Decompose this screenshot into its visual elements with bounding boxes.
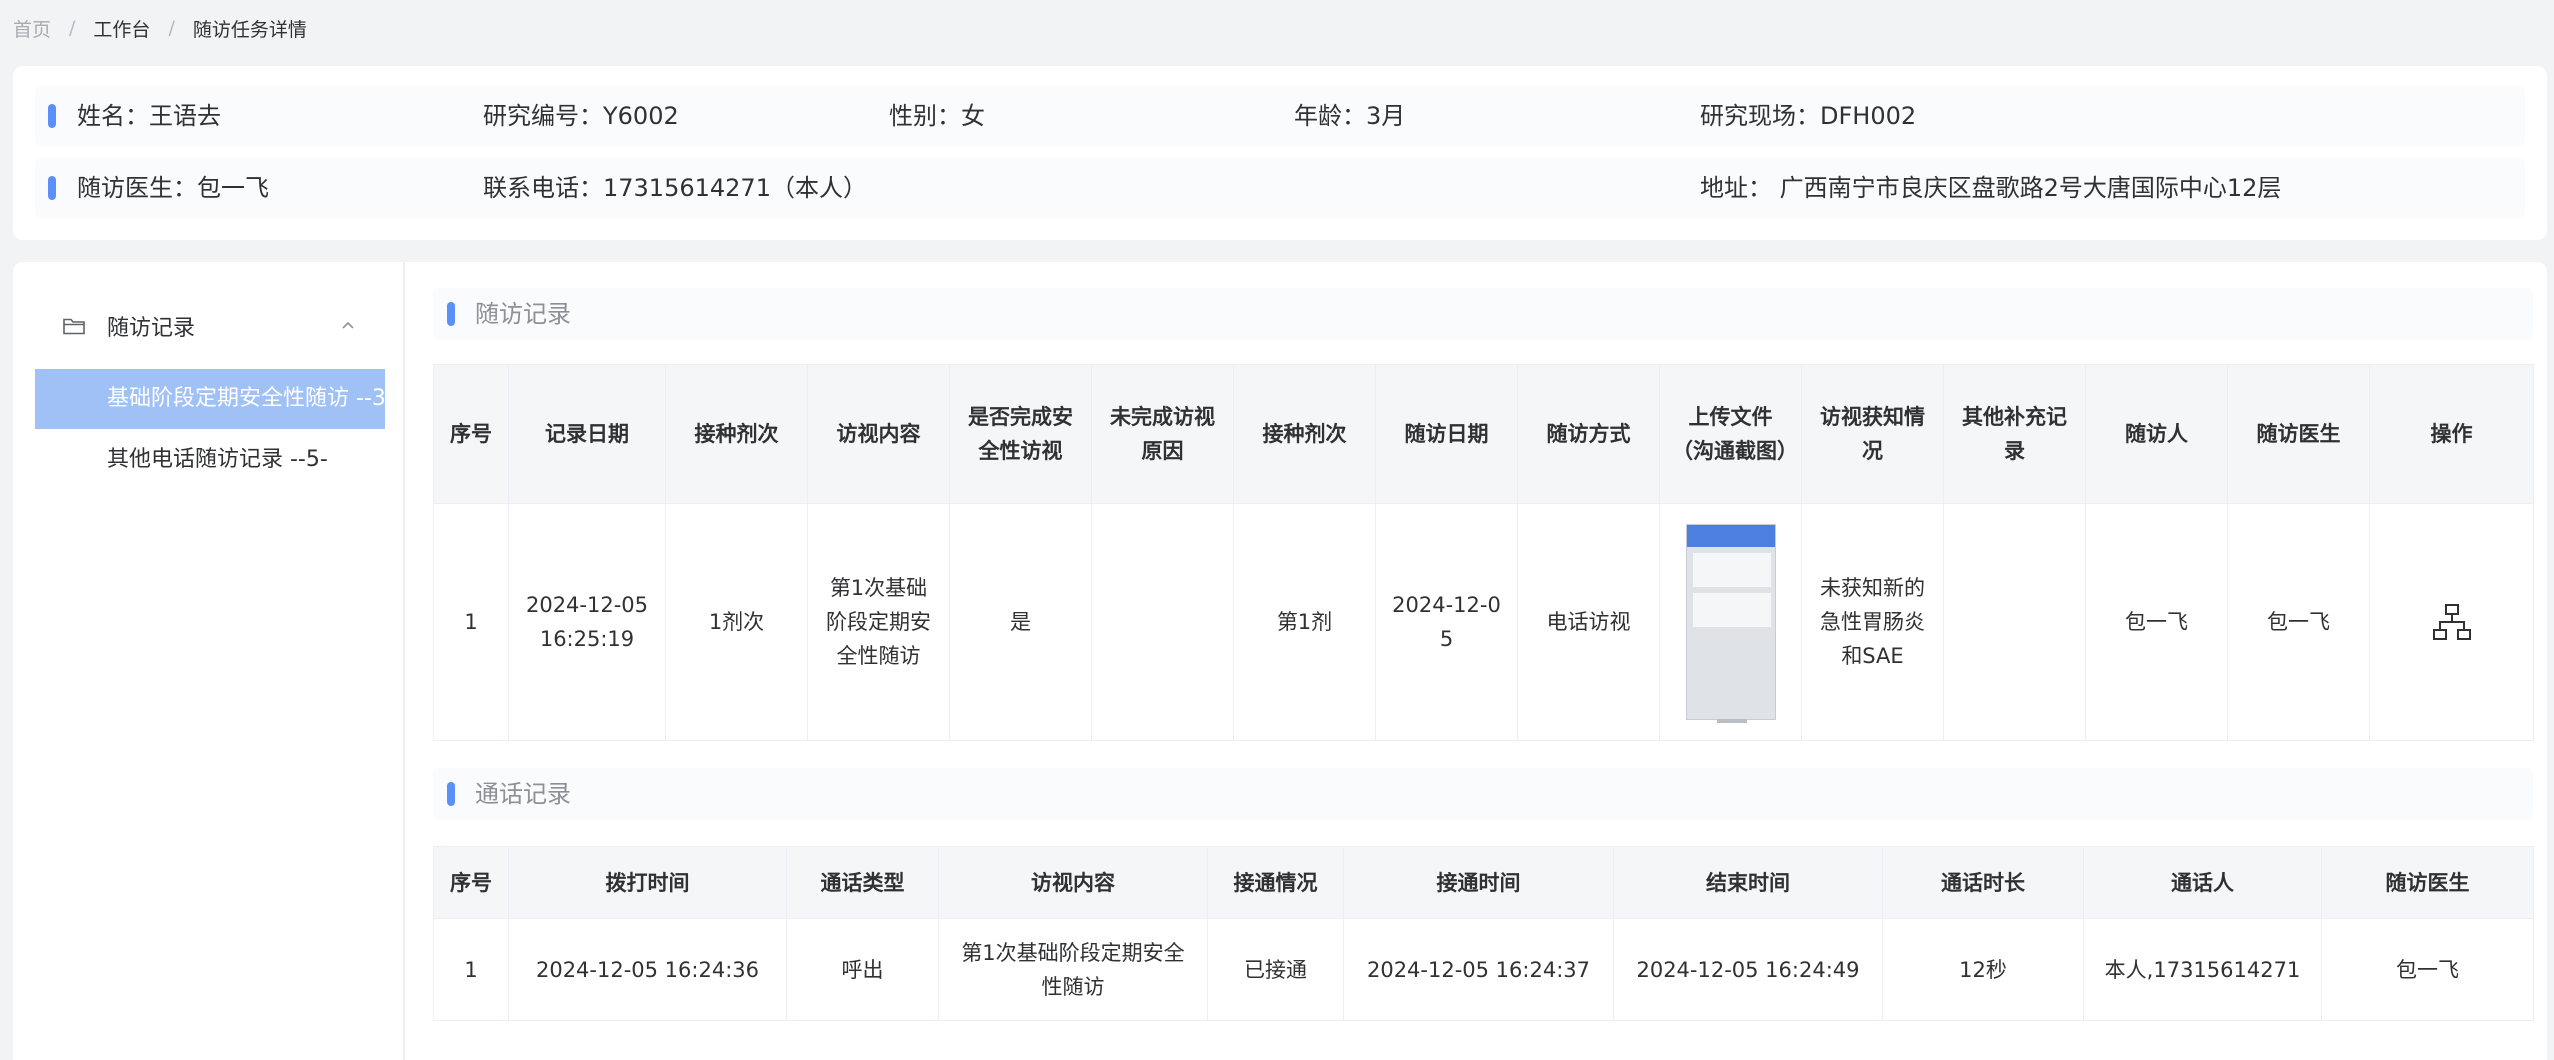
column-header: 接种剂次: [665, 364, 808, 504]
patient-contact-row: 随访医生：包一飞 联系电话：17315614271（本人） 地址： 广西南宁市良…: [35, 158, 2525, 218]
column-header: 接种剂次: [1233, 364, 1376, 504]
table-header-row: 序号 拨打时间 通话类型 访视内容 接通情况 接通时间 结束时间 通话时长 通话…: [433, 846, 2534, 919]
breadcrumb: 首页 / 工作台 / 随访任务详情: [13, 14, 307, 42]
cell-dial-time: 2024-12-05 16:24:36: [508, 918, 787, 1021]
cell-connect-time: 2024-12-05 16:24:37: [1343, 918, 1614, 1021]
cell-no: 1: [433, 503, 509, 741]
folder-icon: [63, 318, 85, 335]
cell-end-time: 2024-12-05 16:24:49: [1613, 918, 1883, 1021]
patient-age: 年龄：3月: [1294, 102, 1406, 130]
call-record-table: 序号 拨打时间 通话类型 访视内容 接通情况 接通时间 结束时间 通话时长 通话…: [433, 846, 2534, 1021]
cell-call-type: 呼出: [786, 918, 939, 1021]
cell-extra: [1943, 503, 2086, 741]
cell-doctor: 包一飞: [2321, 918, 2534, 1021]
call-section-header: 通话记录: [433, 768, 2533, 820]
call-section-title: 通话记录: [475, 780, 571, 808]
cell-method: 电话访视: [1517, 503, 1660, 741]
patient-name: 姓名：王语去: [77, 102, 221, 130]
main-card: 随访记录 基础阶段定期安全性随访 --3- 其他电话随访记录 --5- 随访记录…: [13, 262, 2547, 1060]
sidebar-item-basic-safety-followup[interactable]: 基础阶段定期安全性随访 --3-: [35, 369, 385, 429]
accent-bar: [48, 104, 56, 128]
column-header: 上传文件（沟通截图）: [1659, 364, 1802, 504]
contact-phone: 联系电话：17315614271（本人）: [483, 174, 867, 202]
patient-info-row: 姓名：王语去 研究编号：Y6002 性别：女 年龄：3月 研究现场：DFH002: [35, 86, 2525, 146]
study-number: 研究编号：Y6002: [483, 102, 679, 130]
column-header: 访视获知情况: [1801, 364, 1944, 504]
column-header: 拨打时间: [508, 846, 787, 919]
column-header: 记录日期: [508, 364, 666, 504]
cell-duration: 12秒: [1882, 918, 2084, 1021]
column-header: 访视内容: [807, 364, 950, 504]
breadcrumb-home[interactable]: 首页: [13, 15, 51, 42]
column-header: 随访医生: [2321, 846, 2534, 919]
column-header: 未完成访视原因: [1091, 364, 1234, 504]
column-header: 随访人: [2085, 364, 2228, 504]
column-header: 随访方式: [1517, 364, 1660, 504]
patient-address: 地址： 广西南宁市良庆区盘歌路2号大唐国际中心12层: [1700, 174, 2282, 202]
column-header: 接通情况: [1207, 846, 1344, 919]
sidebar-title: 随访记录: [107, 316, 196, 341]
column-header: 操作: [2369, 364, 2534, 504]
cell-no: 1: [433, 918, 509, 1021]
sidebar-item-other-phone-followup[interactable]: 其他电话随访记录 --5-: [35, 430, 385, 490]
column-header: 通话时长: [1882, 846, 2084, 919]
column-header: 通话类型: [786, 846, 939, 919]
patient-gender: 性别：女: [889, 102, 985, 130]
accent-bar: [447, 302, 455, 326]
column-header: 随访医生: [2227, 364, 2370, 504]
hierarchy-icon[interactable]: [2432, 603, 2472, 641]
study-site: 研究现场：DFH002: [1700, 102, 1917, 130]
cell-actions: [2369, 503, 2534, 741]
cell-record-date: 2024-12-05 16:25:19: [508, 503, 666, 741]
breadcrumb-current: 随访任务详情: [192, 18, 307, 41]
accent-bar: [48, 176, 56, 200]
accent-bar: [447, 782, 455, 806]
cell-caller: 本人,17315614271: [2083, 918, 2322, 1021]
patient-info-card: 姓名：王语去 研究编号：Y6002 性别：女 年龄：3月 研究现场：DFH002…: [13, 66, 2547, 240]
cell-completed: 是: [949, 503, 1092, 741]
column-header: 序号: [433, 364, 509, 504]
cell-doctor: 包一飞: [2227, 503, 2370, 741]
cell-visit-date: 2024-12-05: [1375, 503, 1518, 741]
column-header: 是否完成安全性访视: [949, 364, 1092, 504]
column-header: 结束时间: [1613, 846, 1883, 919]
visit-record-table: 序号 记录日期 接种剂次 访视内容 是否完成安全性访视 未完成访视原因 接种剂次…: [433, 364, 2534, 741]
column-header: 序号: [433, 846, 509, 919]
cell-upload: [1659, 503, 1802, 741]
column-header: 其他补充记录: [1943, 364, 2086, 504]
cell-reason: [1091, 503, 1234, 741]
cell-awareness: 未获知新的急性胃肠炎和SAE: [1801, 503, 1944, 741]
cell-status: 已接通: [1207, 918, 1344, 1021]
screenshot-thumbnail[interactable]: [1685, 524, 1776, 723]
cell-visitor: 包一飞: [2085, 503, 2228, 741]
sidebar-header[interactable]: 随访记录: [63, 306, 195, 346]
breadcrumb-separator: /: [168, 17, 175, 39]
cell-dose: 第1剂: [1233, 503, 1376, 741]
table-header-row: 序号 记录日期 接种剂次 访视内容 是否完成安全性访视 未完成访视原因 接种剂次…: [433, 364, 2534, 504]
chevron-up-icon[interactable]: [337, 314, 359, 336]
followup-doctor: 随访医生：包一飞: [77, 174, 269, 202]
cell-dose: 1剂次: [665, 503, 808, 741]
column-header: 接通时间: [1343, 846, 1614, 919]
table-row: 1 2024-12-05 16:24:36 呼出 第1次基础阶段定期安全性随访 …: [433, 918, 2534, 1021]
column-header: 通话人: [2083, 846, 2322, 919]
table-row: 1 2024-12-05 16:25:19 1剂次 第1次基础阶段定期安全性随访…: [433, 503, 2534, 741]
visit-section-header: 随访记录: [433, 288, 2533, 340]
breadcrumb-workbench[interactable]: 工作台: [93, 15, 150, 42]
column-header: 访视内容: [938, 846, 1208, 919]
cell-content: 第1次基础阶段定期安全性随访: [938, 918, 1208, 1021]
cell-content: 第1次基础阶段定期安全性随访: [807, 503, 950, 741]
visit-section-title: 随访记录: [475, 300, 571, 328]
column-header: 随访日期: [1375, 364, 1518, 504]
sidebar: 随访记录 基础阶段定期安全性随访 --3- 其他电话随访记录 --5-: [13, 262, 405, 1060]
breadcrumb-separator: /: [69, 17, 76, 39]
